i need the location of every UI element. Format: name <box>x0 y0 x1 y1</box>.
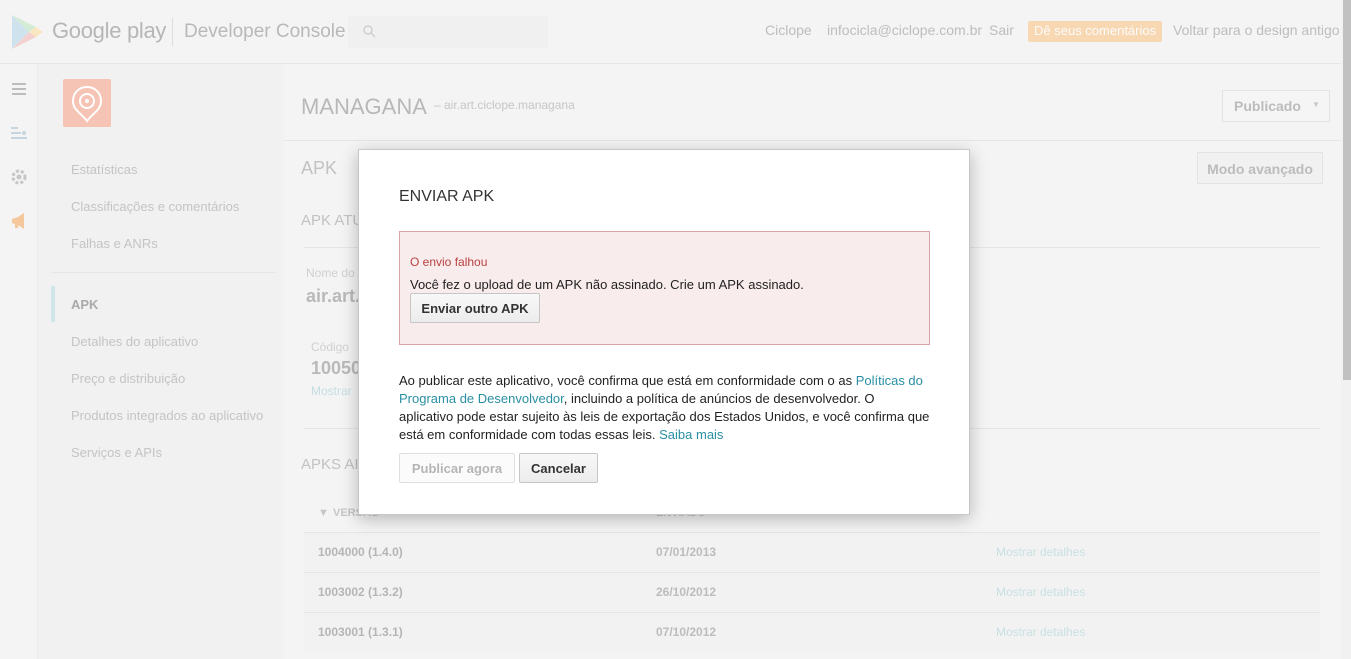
row-details-link[interactable]: Mostrar detalhes <box>996 585 1085 599</box>
sidebar-divider <box>51 272 276 273</box>
row-version: 1004000 (1.4.0) <box>318 545 403 559</box>
row-date: 07/01/2013 <box>656 545 717 559</box>
chevron-down-icon: ▼ <box>1312 100 1320 109</box>
cancel-button[interactable]: Cancelar <box>519 453 598 483</box>
brand-divider <box>172 18 173 46</box>
error-title: O envio falhou <box>410 255 488 269</box>
app-icon[interactable] <box>63 79 111 127</box>
scrollbar-thumb[interactable] <box>1343 0 1351 380</box>
row-version: 1003002 (1.3.2) <box>318 585 403 599</box>
sidebar-item-app-details[interactable]: Detalhes do aplicativo <box>71 334 198 349</box>
table-row: 1003002 (1.3.2) 26/10/2012 Mostrar detal… <box>304 572 1320 612</box>
policy-notice: Ao publicar este aplicativo, você confir… <box>399 372 930 444</box>
error-alert: O envio falhou Você fez o upload de um A… <box>399 231 930 345</box>
sidebar-item-statistics[interactable]: Estatísticas <box>71 162 137 177</box>
google-play-logo-icon[interactable] <box>10 14 44 50</box>
apk-name-value: air.art. <box>306 286 361 306</box>
brand-name[interactable]: Google play <box>52 18 166 44</box>
menu-icon[interactable] <box>10 80 28 98</box>
table-row: 1003001 (1.3.1) 07/10/2012 Mostrar detal… <box>304 612 1320 652</box>
policy-text-start: Ao publicar este aplicativo, você confir… <box>399 373 856 388</box>
error-message: Você fez o upload de um APK não assinado… <box>410 277 804 292</box>
search-input[interactable] <box>348 16 548 48</box>
row-version: 1003001 (1.3.1) <box>318 625 403 639</box>
sidebar-item-services[interactable]: Serviços e APIs <box>71 445 162 460</box>
sidebar-item-apk[interactable]: APK <box>71 297 98 312</box>
sidebar-item-pricing[interactable]: Preço e distribuição <box>71 371 185 386</box>
row-date: 26/10/2012 <box>656 585 717 599</box>
announcement-icon[interactable] <box>10 212 28 230</box>
left-rail <box>0 64 38 659</box>
version-code-label: Código <box>311 340 350 354</box>
app-sidebar: Estatísticas Classificações e comentário… <box>38 64 284 659</box>
search-icon <box>363 25 376 38</box>
row-details-link[interactable]: Mostrar detalhes <box>996 625 1085 639</box>
console-title: Developer Console <box>184 21 346 42</box>
current-apk-title: APK ATU <box>301 212 364 229</box>
upload-apk-dialog: ENVIAR APK O envio falhou Você fez o upl… <box>358 149 970 515</box>
apk-name-label: Nome do <box>306 266 355 280</box>
publish-now-button[interactable]: Publicar agora <box>399 453 515 483</box>
app-spiral-icon <box>71 85 103 123</box>
header-divider <box>284 140 1341 141</box>
gear-icon[interactable] <box>10 168 28 186</box>
logout-link[interactable]: Sair <box>989 22 1014 38</box>
old-design-link[interactable]: Voltar para o design antigo <box>1173 22 1340 38</box>
dialog-title: ENVIAR APK <box>399 188 495 205</box>
app-package-name: – air.art.ciclope.managana <box>434 98 575 112</box>
feedback-button[interactable]: Dê seus comentários <box>1028 21 1163 42</box>
top-header: Google play Developer Console Ciclope in… <box>0 0 1341 64</box>
app-title: MANAGANA <box>301 94 427 119</box>
user-email[interactable]: infocicla@ciclope.com.br <box>827 22 982 38</box>
row-details-link[interactable]: Mostrar detalhes <box>996 545 1085 559</box>
sidebar-item-in-app-products[interactable]: Produtos integrados ao aplicativo <box>71 408 263 423</box>
learn-more-link[interactable]: Saiba mais <box>659 427 723 442</box>
upload-another-apk-button[interactable]: Enviar outro APK <box>410 293 540 323</box>
table-row: 1004000 (1.4.0) 07/01/2013 Mostrar detal… <box>304 532 1320 572</box>
version-code-value: 10050 <box>311 358 362 378</box>
user-name[interactable]: Ciclope <box>765 22 812 38</box>
sidebar-item-ratings[interactable]: Classificações e comentários <box>71 199 239 214</box>
row-date: 07/10/2012 <box>656 625 717 639</box>
sidebar-item-crashes[interactable]: Falhas e ANRs <box>71 236 158 251</box>
active-indicator <box>51 286 55 322</box>
show-details-link[interactable]: Mostrar <box>311 384 352 398</box>
status-dropdown[interactable]: Publicado ▼ <box>1222 90 1330 122</box>
section-title-apk: APK <box>301 158 338 178</box>
apps-list-icon[interactable] <box>10 124 28 142</box>
older-apks-title: APKS AI <box>301 456 359 473</box>
advanced-mode-button[interactable]: Modo avançado <box>1197 152 1323 184</box>
sort-arrow-icon[interactable]: ▼ <box>318 507 329 519</box>
status-label: Publicado <box>1234 98 1301 114</box>
